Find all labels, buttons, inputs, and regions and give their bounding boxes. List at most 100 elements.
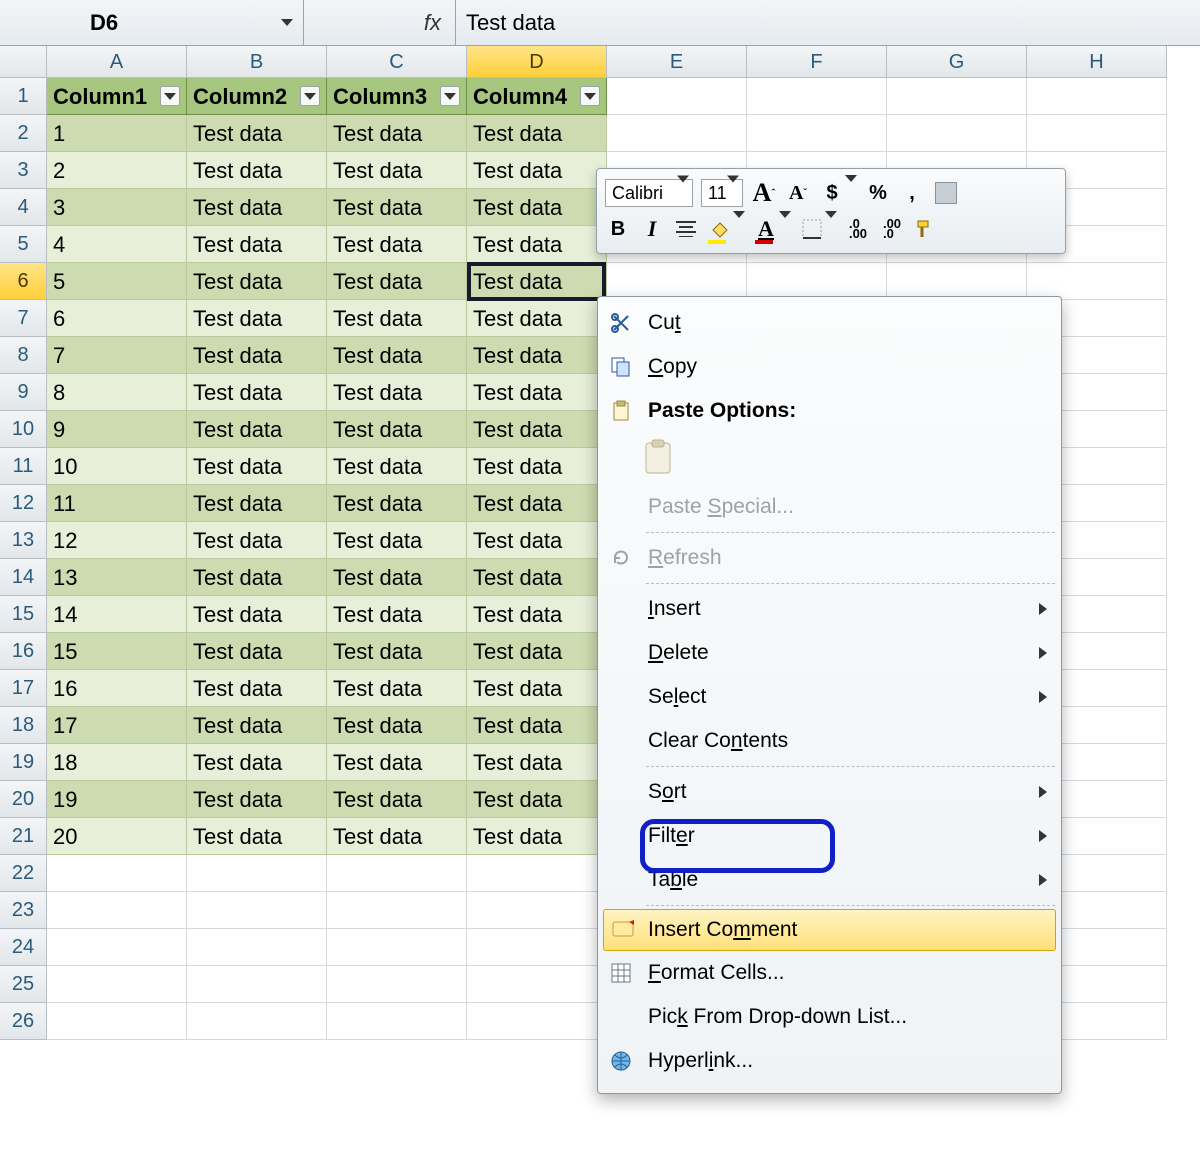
row-header[interactable]: 10 (0, 411, 47, 448)
cell[interactable]: Test data (327, 522, 467, 559)
name-box[interactable]: D6 (0, 0, 304, 45)
cell[interactable]: Test data (327, 263, 467, 300)
cell[interactable]: Column1 (47, 78, 187, 115)
cell[interactable]: Test data (187, 596, 327, 633)
cell[interactable]: Test data (467, 596, 607, 633)
cell[interactable] (467, 966, 607, 1003)
menu-item-select[interactable]: Select (598, 675, 1061, 719)
cell[interactable] (327, 855, 467, 892)
row-header[interactable]: 11 (0, 448, 47, 485)
column-header-G[interactable]: G (887, 46, 1027, 78)
column-header-B[interactable]: B (187, 46, 327, 78)
bold-button[interactable]: B (605, 215, 631, 243)
menu-item-copy[interactable]: Copy (598, 345, 1061, 389)
row-header[interactable]: 18 (0, 707, 47, 744)
menu-item-format-cells[interactable]: Format Cells... (598, 951, 1061, 995)
cell[interactable]: Test data (187, 744, 327, 781)
comma-format-button[interactable]: , (899, 179, 925, 207)
borders-button[interactable] (799, 215, 837, 243)
cell[interactable]: Test data (327, 374, 467, 411)
cell[interactable]: 11 (47, 485, 187, 522)
menu-item-hyperlink[interactable]: Hyperlink... (598, 1039, 1061, 1083)
cell[interactable]: Test data (467, 559, 607, 596)
cell[interactable] (1027, 263, 1167, 300)
cell[interactable]: 13 (47, 559, 187, 596)
row-header[interactable]: 1 (0, 78, 47, 115)
row-header[interactable]: 19 (0, 744, 47, 781)
cell[interactable] (607, 263, 747, 300)
cell[interactable]: Test data (467, 485, 607, 522)
cell[interactable]: Test data (187, 559, 327, 596)
cell[interactable]: Test data (327, 300, 467, 337)
row-header[interactable]: 25 (0, 966, 47, 1003)
row-header[interactable]: 6 (0, 263, 47, 300)
cell[interactable]: 8 (47, 374, 187, 411)
cell[interactable] (187, 1003, 327, 1040)
menu-item-clear-contents[interactable]: Clear Contents (598, 719, 1061, 763)
font-color-button[interactable]: A (753, 215, 791, 243)
shrink-font-button[interactable]: Aˇ (785, 179, 811, 207)
cell[interactable]: Test data (187, 152, 327, 189)
menu-item-delete[interactable]: Delete (598, 631, 1061, 675)
cell[interactable]: 4 (47, 226, 187, 263)
cell[interactable]: Test data (327, 818, 467, 855)
column-header-E[interactable]: E (607, 46, 747, 78)
cell[interactable]: Test data (467, 411, 607, 448)
row-header[interactable]: 13 (0, 522, 47, 559)
cell[interactable]: Test data (187, 818, 327, 855)
cell[interactable]: Test data (467, 337, 607, 374)
cell[interactable] (747, 78, 887, 115)
cell[interactable]: 19 (47, 781, 187, 818)
cell[interactable] (607, 78, 747, 115)
select-all-corner[interactable] (0, 46, 47, 78)
row-header[interactable]: 3 (0, 152, 47, 189)
row-header[interactable]: 22 (0, 855, 47, 892)
cell[interactable]: 2 (47, 152, 187, 189)
cell[interactable]: Test data (327, 448, 467, 485)
menu-item-filter[interactable]: Filter (598, 814, 1061, 858)
row-header[interactable]: 21 (0, 818, 47, 855)
cell[interactable] (607, 115, 747, 152)
grow-font-button[interactable]: Aˆ (751, 179, 777, 207)
row-header[interactable]: 8 (0, 337, 47, 374)
fx-button[interactable]: fx (304, 0, 456, 45)
cell[interactable] (327, 929, 467, 966)
cell[interactable]: Test data (327, 744, 467, 781)
menu-item-sort[interactable]: Sort (598, 770, 1061, 814)
menu-item-insert-comment[interactable]: Insert Comment (603, 909, 1056, 951)
cell[interactable] (187, 966, 327, 1003)
decrease-decimal-button[interactable]: .00.0 (879, 215, 905, 243)
row-header[interactable]: 7 (0, 300, 47, 337)
cell[interactable]: Test data (187, 485, 327, 522)
cell[interactable]: Test data (467, 263, 607, 300)
cell[interactable] (467, 892, 607, 929)
cell[interactable]: 9 (47, 411, 187, 448)
column-header-A[interactable]: A (47, 46, 187, 78)
cell[interactable]: Test data (327, 781, 467, 818)
row-header[interactable]: 20 (0, 781, 47, 818)
center-align-button[interactable] (673, 215, 699, 243)
row-header[interactable]: 9 (0, 374, 47, 411)
cell[interactable]: Test data (187, 337, 327, 374)
column-header-D[interactable]: D (467, 46, 607, 78)
font-size-select[interactable]: 11 (701, 179, 743, 207)
column-header-C[interactable]: C (327, 46, 467, 78)
increase-decimal-button[interactable]: .0.00 (845, 215, 871, 243)
cell[interactable] (747, 263, 887, 300)
font-family-select[interactable]: Calibri (605, 179, 693, 207)
cell[interactable]: 17 (47, 707, 187, 744)
cell[interactable]: Column4 (467, 78, 607, 115)
cell[interactable]: Test data (327, 115, 467, 152)
cell[interactable]: Test data (327, 152, 467, 189)
cell[interactable]: Test data (327, 411, 467, 448)
cell[interactable]: 14 (47, 596, 187, 633)
row-header[interactable]: 12 (0, 485, 47, 522)
menu-item-insert[interactable]: Insert (598, 587, 1061, 631)
menu-item-cut[interactable]: Cut (598, 301, 1061, 345)
cell[interactable]: Test data (467, 189, 607, 226)
cell[interactable]: Test data (327, 485, 467, 522)
cell[interactable]: 16 (47, 670, 187, 707)
row-header[interactable]: 17 (0, 670, 47, 707)
row-header[interactable]: 23 (0, 892, 47, 929)
cell[interactable]: Test data (467, 226, 607, 263)
